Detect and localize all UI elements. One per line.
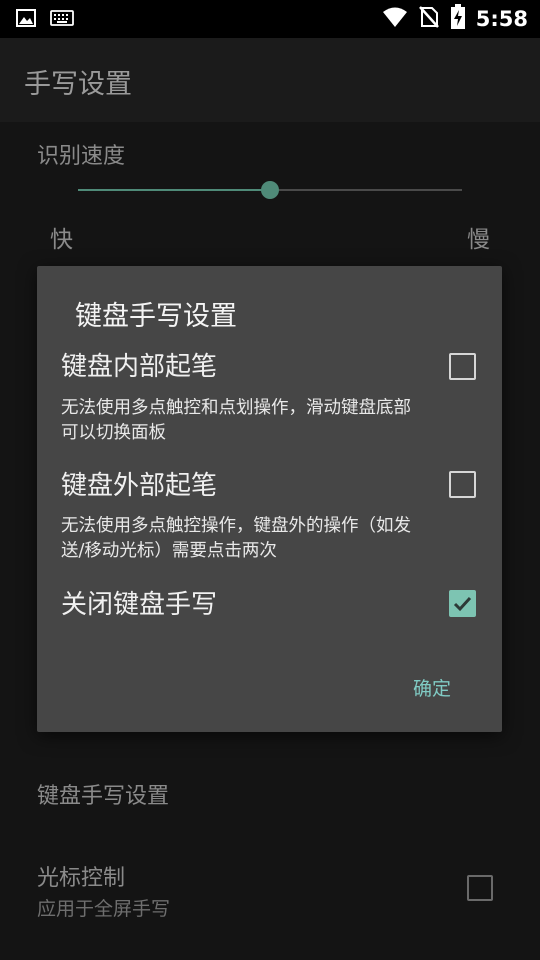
keyboard-handwriting-dialog: 键盘手写设置 键盘内部起笔 无法使用多点触控和点划操作，滑动键盘底部可以切换面板… <box>37 266 502 732</box>
status-bar: 5:58 <box>0 0 540 38</box>
slow-label: 慢 <box>467 227 490 253</box>
keyboard-handwriting-settings-item[interactable]: 键盘手写设置 <box>37 778 169 810</box>
cursor-control-title[interactable]: 光标控制 <box>37 860 125 892</box>
cursor-control-checkbox[interactable] <box>467 875 493 901</box>
image-icon <box>16 9 36 31</box>
option-outside-keyboard-description: 无法使用多点触控操作，键盘外的操作（如发送/移动光标）需要点击两次 <box>61 516 411 561</box>
option-inside-keyboard-checkbox[interactable] <box>449 353 476 380</box>
option-inside-keyboard-description: 无法使用多点触控和点划操作，滑动键盘底部可以切换面板 <box>61 398 411 443</box>
recognition-speed-slider[interactable] <box>78 180 462 202</box>
page-title: 手写设置 <box>24 69 132 100</box>
keyboard-icon <box>50 10 74 30</box>
checkmark-icon <box>453 596 472 612</box>
dialog-title: 键盘手写设置 <box>75 301 237 332</box>
cursor-control-subtitle: 应用于全屏手写 <box>37 898 171 920</box>
option-inside-keyboard-title[interactable]: 键盘内部起笔 <box>61 346 217 383</box>
status-time: 5:58 <box>475 7 528 31</box>
option-outside-keyboard-checkbox[interactable] <box>449 471 476 498</box>
battery-charging-icon <box>450 4 466 34</box>
wifi-icon <box>382 6 408 32</box>
no-sim-icon <box>418 5 440 33</box>
fast-label: 快 <box>50 227 73 253</box>
option-disable-handwriting-checkbox[interactable] <box>449 590 476 617</box>
option-outside-keyboard-title[interactable]: 键盘外部起笔 <box>61 465 217 502</box>
recognition-speed-label: 识别速度 <box>37 144 126 169</box>
ok-button[interactable]: 确定 <box>407 670 457 705</box>
option-disable-handwriting-title[interactable]: 关闭键盘手写 <box>61 584 217 621</box>
slider-fill <box>78 189 270 191</box>
slider-thumb[interactable] <box>261 181 279 199</box>
